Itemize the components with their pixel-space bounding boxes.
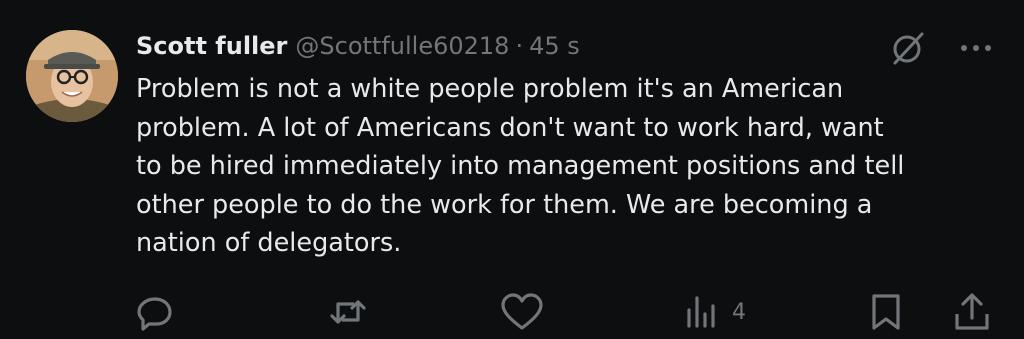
tweet-text: Problem is not a white people problem it… (136, 74, 905, 258)
bookmark-icon (866, 290, 906, 334)
heart-icon (498, 290, 546, 334)
like-button[interactable] (498, 288, 546, 336)
author-name[interactable]: Scott fuller (136, 32, 287, 60)
author-handle[interactable]: @Scottfulle60218 (295, 32, 509, 60)
tweet-header: Scott fuller @Scottfulle60218 · 45 s (136, 28, 580, 64)
tweet-card[interactable]: Scott fuller @Scottfulle60218 · 45 s Proble… (0, 0, 1024, 339)
muted-circle-slash-icon[interactable] (889, 28, 929, 68)
views-count: 4 (732, 299, 746, 325)
views-button[interactable]: 4 (684, 288, 746, 336)
avatar[interactable] (26, 30, 118, 122)
separator-dot: · (515, 32, 524, 60)
more-options-icon[interactable] (956, 34, 996, 62)
repost-button[interactable] (326, 288, 370, 336)
bookmark-button[interactable] (866, 288, 906, 336)
timestamp[interactable]: 45 s (529, 32, 580, 60)
share-button[interactable] (950, 288, 994, 336)
share-icon (950, 290, 994, 334)
reply-icon (133, 290, 177, 334)
reply-button[interactable] (133, 288, 177, 336)
action-bar: 4 (0, 288, 1024, 336)
repost-icon (326, 290, 370, 334)
views-chart-icon (684, 290, 720, 334)
